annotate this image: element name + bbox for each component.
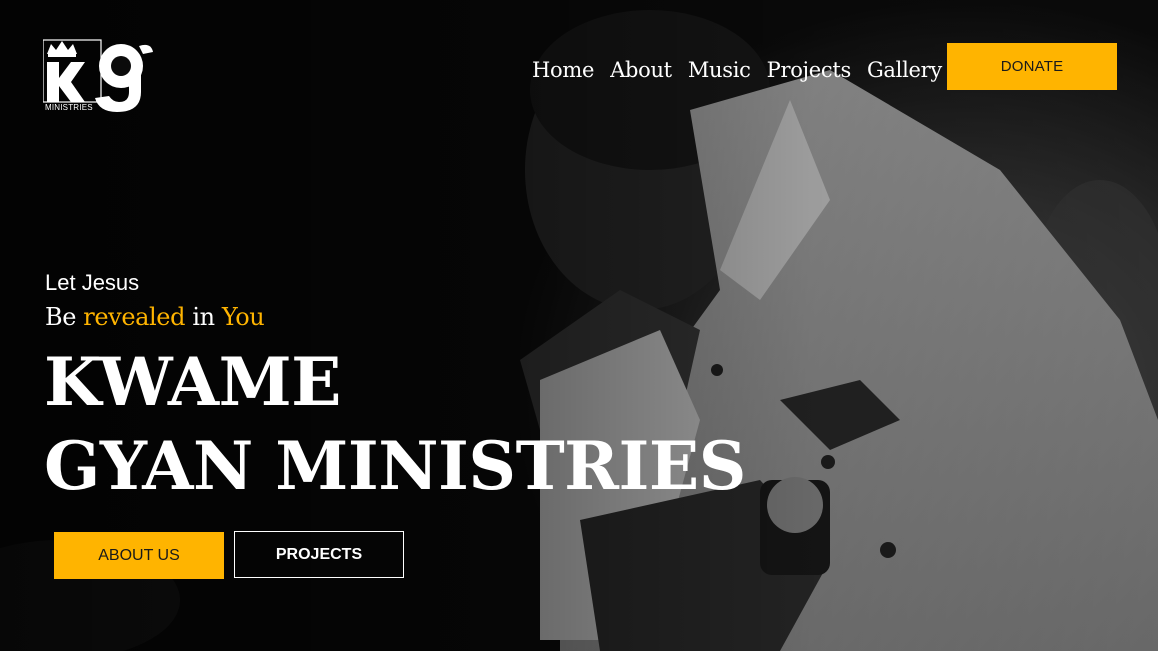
nav-about[interactable]: About <box>610 58 672 82</box>
tagline-line-1: Let Jesus <box>45 270 140 295</box>
tagline-line-2: Be revealed in You <box>45 303 265 331</box>
main-nav: Home About Music Projects Gallery <box>532 58 942 82</box>
site-logo[interactable]: MINISTRIES <box>43 36 155 116</box>
nav-projects[interactable]: Projects <box>767 58 852 82</box>
nav-gallery[interactable]: Gallery <box>867 58 942 82</box>
tagline-be: Be <box>45 303 77 331</box>
crown-icon <box>47 41 77 57</box>
nav-music[interactable]: Music <box>688 58 751 82</box>
title-line-1: KWAME <box>44 343 341 421</box>
tagline-revealed: revealed <box>83 303 186 331</box>
page-title: KWAME GYAN MINISTRIES <box>44 340 746 508</box>
logo-subtext: MINISTRIES <box>45 103 93 112</box>
hero-section: MINISTRIES Home About Music Projects Gal… <box>0 0 1158 651</box>
title-line-2: GYAN MINISTRIES <box>44 427 746 505</box>
tagline-in: in <box>192 303 215 331</box>
donate-button[interactable]: DONATE <box>947 43 1117 90</box>
projects-button[interactable]: PROJECTS <box>234 531 404 578</box>
about-us-button[interactable]: ABOUT US <box>54 532 224 579</box>
tagline-you: You <box>221 303 265 331</box>
nav-home[interactable]: Home <box>532 58 594 82</box>
